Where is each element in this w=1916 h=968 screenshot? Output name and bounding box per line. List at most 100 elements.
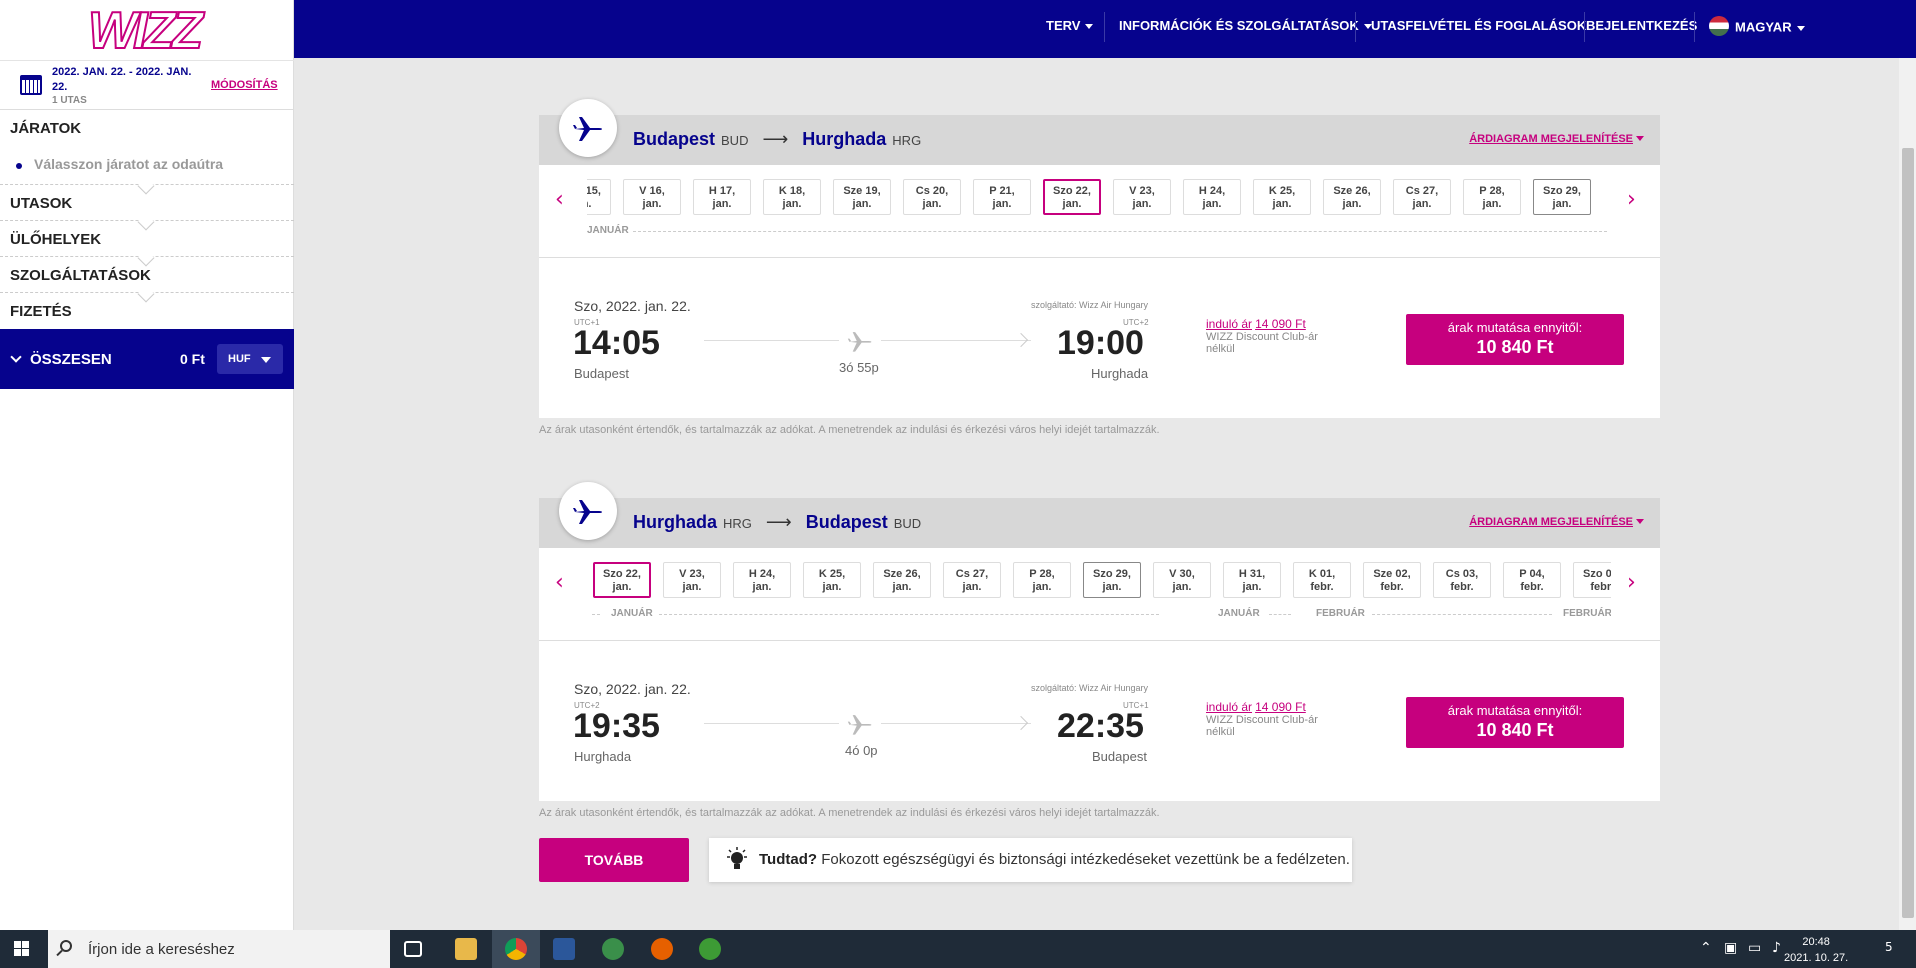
outbound-date-2[interactable]: H 17, jan.: [693, 179, 751, 215]
file-explorer-icon[interactable]: [455, 938, 477, 960]
inbound-date-4[interactable]: Sze 26, jan.: [873, 562, 931, 598]
outbound-flight-row[interactable]: Szo, 2022. jan. 22. UTC+1 14:05 Budapest…: [539, 258, 1660, 418]
info-tip: Tudtad? Fokozott egészségügyi és biztons…: [709, 838, 1352, 882]
chrome-icon[interactable]: [505, 938, 527, 960]
arrival-time: 19:00: [1057, 324, 1144, 362]
nav-plan[interactable]: TERV: [1046, 18, 1094, 33]
month-label: FEBRUÁR: [1316, 608, 1365, 619]
currency-select[interactable]: HUF: [217, 344, 283, 374]
outbound-date-strip: ‹ Szo 29, jan. P 28, jan. Cs 27, jan. Sze 26, j…: [539, 165, 1660, 258]
date-month: jan.: [892, 581, 912, 593]
prev-dates-arrow-icon[interactable]: ‹: [555, 570, 564, 595]
outbound-date-7[interactable]: Szo 22, jan.: [1043, 179, 1101, 215]
inbound-date-2[interactable]: H 24, jan.: [733, 562, 791, 598]
volume-icon[interactable]: ♪: [1772, 940, 1781, 956]
tray-chevron-icon[interactable]: ⌃: [1700, 940, 1712, 956]
task-view-icon[interactable]: [404, 941, 422, 957]
inbound-date-14[interactable]: Szo 05,febr.: [1573, 562, 1611, 598]
taskbar-search[interactable]: Írjon ide a kereséshez: [48, 930, 390, 968]
month-divider: [1372, 614, 1552, 615]
next-dates-arrow-icon[interactable]: ›: [1627, 570, 1636, 595]
app-icon[interactable]: [602, 938, 624, 960]
calendar-icon: [20, 75, 42, 95]
price-chart-link[interactable]: ÁRDIAGRAM MEGJELENÍTÉSE: [1469, 516, 1644, 528]
outbound-date-14[interactable]: Szo 29, jan.: [1533, 179, 1591, 215]
club-price-info[interactable]: induló ár 14 090 Ft WIZZ Discount Club-ár…: [1206, 701, 1336, 738]
outbound-date-3[interactable]: K 18, jan.: [763, 179, 821, 215]
outbound-date-9[interactable]: H 24, jan.: [1183, 179, 1241, 215]
inbound-date-3[interactable]: K 25, jan.: [803, 562, 861, 598]
date-month: jan.: [1412, 198, 1432, 210]
inbound-date-11[interactable]: Sze 02, febr.: [1363, 562, 1421, 598]
outbound-date-12[interactable]: Cs 27, jan.: [1393, 179, 1451, 215]
step-flights-hint: Válasszon járatot az odaútra: [34, 156, 224, 172]
step-passengers[interactable]: UTASOK: [0, 185, 294, 231]
inbound-date-5[interactable]: Cs 27, jan.: [943, 562, 1001, 598]
nav-info-label: INFORMÁCIÓK ÉS SZOLGÁLTATÁSOK: [1119, 18, 1359, 33]
inbound-flight-row[interactable]: Szo, 2022. jan. 22. UTC+2 19:35 Hurghada…: [539, 641, 1660, 801]
inbound-date-13[interactable]: P 04, febr.: [1503, 562, 1561, 598]
outbound-date-13[interactable]: P 28, jan.: [1463, 179, 1521, 215]
inbound-date-9[interactable]: H 31, jan.: [1223, 562, 1281, 598]
nav-checkin[interactable]: UTASFELVÉTEL ÉS FOGLALÁSOK: [1371, 18, 1586, 33]
outbound-date-6[interactable]: P 21, jan.: [973, 179, 1031, 215]
club-price-info[interactable]: induló ár 14 090 Ft WIZZ Discount Club-ár…: [1206, 318, 1336, 355]
step-flights-label: JÁRATOK: [10, 120, 82, 137]
modify-link[interactable]: MÓDOSÍTÁS: [211, 79, 278, 91]
search-icon: [60, 940, 72, 952]
next-dates-arrow-icon[interactable]: ›: [1627, 187, 1636, 212]
step-payment[interactable]: FIZETÉS: [0, 293, 294, 329]
date-month: jan.: [752, 581, 772, 593]
firefox-icon[interactable]: [651, 938, 673, 960]
scrollbar-thumb[interactable]: [1902, 148, 1914, 918]
inbound-date-8[interactable]: V 30, jan.: [1153, 562, 1211, 598]
total-bar[interactable]: ÖSSZESEN 0 Ft HUF: [0, 329, 294, 389]
inbound-date-1[interactable]: V 23, jan.: [663, 562, 721, 598]
show-prices-button[interactable]: árak mutatása ennyitől: 10 840 Ft: [1406, 314, 1624, 365]
wizz-logo[interactable]: WIZZ: [87, 2, 204, 60]
save-icon[interactable]: [553, 938, 575, 960]
prev-dates-arrow-icon[interactable]: ‹: [555, 187, 564, 212]
route-arrow-icon: ⟶: [765, 512, 792, 533]
date-day: Cs 27,: [1405, 185, 1439, 197]
club-price-text: WIZZ Discount Club-ár nélkül: [1206, 714, 1318, 738]
inbound-date-7[interactable]: Szo 29, jan.: [1083, 562, 1141, 598]
windows-start-icon[interactable]: [14, 941, 30, 957]
arrival-city: Budapest: [1092, 749, 1147, 764]
outbound-date-0[interactable]: Szo 15,jan.: [587, 179, 611, 215]
outbound-date-4[interactable]: Sze 19, jan.: [833, 179, 891, 215]
battery-icon[interactable]: ▭: [1748, 940, 1761, 956]
origin-city: Hurghada: [633, 512, 718, 532]
show-prices-button[interactable]: árak mutatása ennyitől: 10 840 Ft: [1406, 697, 1624, 748]
step-seats[interactable]: ÜLŐHELYEK: [0, 221, 294, 267]
nav-info[interactable]: INFORMÁCIÓK ÉS SZOLGÁLTATÁSOK: [1119, 18, 1372, 33]
destination-code: HRG: [892, 133, 922, 148]
step-flights[interactable]: JÁRATOK Válasszon járatot az odaútra: [0, 110, 294, 195]
outbound-date-1[interactable]: V 16, jan.: [623, 179, 681, 215]
inbound-date-0[interactable]: Szo 22, jan.: [593, 562, 651, 598]
outbound-date-5[interactable]: Cs 20, jan.: [903, 179, 961, 215]
nav-login[interactable]: BEJELENTKEZÉS: [1586, 18, 1697, 33]
continue-button[interactable]: TOVÁBB: [539, 838, 689, 882]
outbound-date-11[interactable]: Sze 26, jan.: [1323, 179, 1381, 215]
nav-language[interactable]: MAGYAR: [1709, 16, 1805, 38]
outbound-date-10[interactable]: K 25, jan.: [1253, 179, 1311, 215]
network-icon[interactable]: ▣: [1724, 940, 1737, 956]
notification-count: 5: [1885, 940, 1893, 954]
inbound-date-6[interactable]: P 28, jan.: [1013, 562, 1071, 598]
inbound-date-12[interactable]: Cs 03, febr.: [1433, 562, 1491, 598]
step-services[interactable]: SZOLGÁLTATÁSOK: [0, 257, 294, 303]
system-clock[interactable]: 20:48 2021. 10. 27.: [1784, 934, 1848, 966]
route: Budapest BUD ⟶ Hurghada HRG: [633, 129, 935, 150]
hungary-flag-icon: [1709, 16, 1729, 36]
notification-icon[interactable]: 5: [1885, 940, 1893, 954]
tip-title: Tudtad?: [759, 851, 818, 868]
total-label: ÖSSZESEN: [30, 351, 112, 368]
price-chart-link[interactable]: ÁRDIAGRAM MEGJELENÍTÉSE: [1469, 133, 1644, 145]
date-day: Szo 22,: [1053, 185, 1091, 197]
inbound-date-10[interactable]: K 01, febr.: [1293, 562, 1351, 598]
utorrent-icon[interactable]: [699, 938, 721, 960]
scrollbar[interactable]: [1899, 58, 1916, 930]
outbound-date-8[interactable]: V 23, jan.: [1113, 179, 1171, 215]
total-amount: 0 Ft: [180, 351, 205, 367]
